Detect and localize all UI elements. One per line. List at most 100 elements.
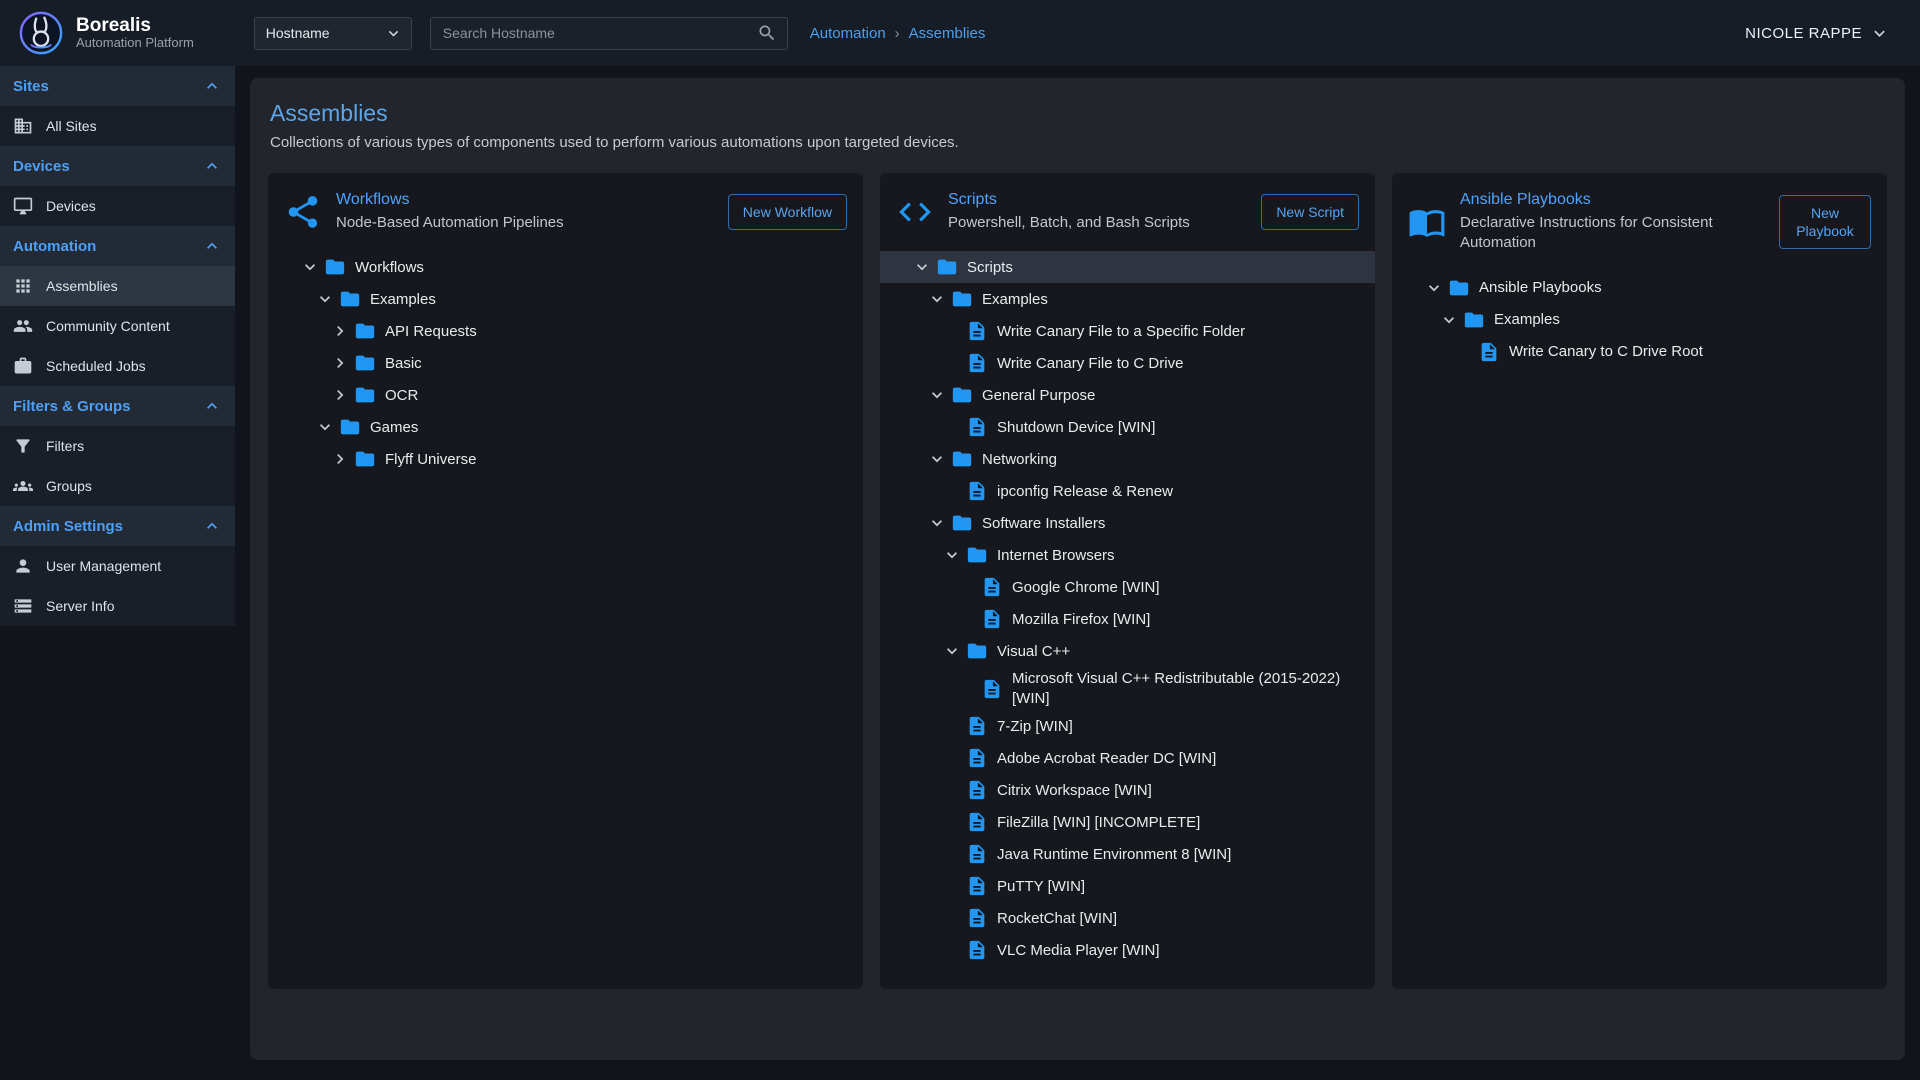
chevron-down-icon[interactable] [315,287,339,311]
sidebar-section-items: Devices [0,186,235,226]
sidebar-item-community-content[interactable]: Community Content [0,306,235,346]
tree-node-networking[interactable]: Networking [880,443,1375,475]
tree-node-write-canary-file-to-c-drive[interactable]: Write Canary File to C Drive [880,347,1375,379]
tree-node-internet-browsers[interactable]: Internet Browsers [880,539,1375,571]
tree-node-shutdown-device-win[interactable]: Shutdown Device [WIN] [880,411,1375,443]
chevron-down-icon[interactable] [927,511,951,535]
chevron-right-icon[interactable] [330,447,354,471]
tree-node-adobe-acrobat-reader-dc-win[interactable]: Adobe Acrobat Reader DC [WIN] [880,742,1375,774]
tree-node-general-purpose[interactable]: General Purpose [880,379,1375,411]
chevron-down-icon[interactable] [300,255,324,279]
tree-node-7-zip-win[interactable]: 7-Zip [WIN] [880,710,1375,742]
sidebar-item-filters[interactable]: Filters [0,426,235,466]
tree-node-label: Microsoft Visual C++ Redistributable (20… [1012,669,1359,708]
chevron-down-icon[interactable] [942,639,966,663]
sidebar-section-admin-settings[interactable]: Admin Settings [0,506,235,546]
breadcrumb-automation[interactable]: Automation [810,25,886,42]
tree-node-putty-win[interactable]: PuTTY [WIN] [880,870,1375,902]
tree-node-basic[interactable]: Basic [268,347,863,379]
tree-node-label: Internet Browsers [997,546,1115,566]
chevron-up-icon [202,76,222,96]
sidebar-item-server-info[interactable]: Server Info [0,586,235,626]
folder-icon [339,288,361,310]
tree-node-label: Scripts [967,258,1013,278]
tree-node-label: Shutdown Device [WIN] [997,418,1155,438]
tree-node-ocr[interactable]: OCR [268,379,863,411]
new-playbook-button[interactable]: New Playbook [1779,195,1871,249]
search-input[interactable] [441,24,757,42]
layout: SitesAll SitesDevicesDevicesAutomationAs… [0,66,1920,1080]
tree-node-flyff-universe[interactable]: Flyff Universe [268,443,863,475]
tree-node-games[interactable]: Games [268,411,863,443]
chevron-up-icon [202,516,222,536]
chevron-down-icon[interactable] [942,543,966,567]
tree-node-label: Basic [385,354,422,374]
tree-node-label: VLC Media Player [WIN] [997,941,1160,961]
tree-node-label: API Requests [385,322,477,342]
folder-icon [339,416,361,438]
tree-node-filezilla-win-incomplete[interactable]: FileZilla [WIN] [INCOMPLETE] [880,806,1375,838]
sidebar-item-devices[interactable]: Devices [0,186,235,226]
sidebar-section-devices[interactable]: Devices [0,146,235,186]
chevron-down-icon[interactable] [912,255,936,279]
tree-node-workflows[interactable]: Workflows [268,251,863,283]
tree-node-rocketchat-win[interactable]: RocketChat [WIN] [880,902,1375,934]
chevron-right-icon[interactable] [330,383,354,407]
new-script-button[interactable]: New Script [1261,194,1359,230]
sidebar-item-assemblies[interactable]: Assemblies [0,266,235,306]
sidebar-item-label: Community Content [46,318,170,334]
chevron-spacer [942,415,966,439]
sidebar-item-user-management[interactable]: User Management [0,546,235,586]
breadcrumb-separator: › [895,25,900,42]
chevron-spacer [942,778,966,802]
chevron-down-icon[interactable] [1439,308,1463,332]
sidebar-section-filters-groups[interactable]: Filters & Groups [0,386,235,426]
tree-node-examples[interactable]: Examples [1392,304,1887,336]
tree-node-api-requests[interactable]: API Requests [268,315,863,347]
tree-node-java-runtime-environment-8-win[interactable]: Java Runtime Environment 8 [WIN] [880,838,1375,870]
tree-node-write-canary-file-to-a-specific-folder[interactable]: Write Canary File to a Specific Folder [880,315,1375,347]
card-title-block: Ansible PlaybooksDeclarative Instruction… [1460,191,1753,254]
card-title: Ansible Playbooks [1460,191,1753,209]
sidebar-section-items: User ManagementServer Info [0,546,235,626]
hostname-select[interactable]: Hostname [254,17,412,50]
tree-node-ansible-playbooks[interactable]: Ansible Playbooks [1392,272,1887,304]
tree-node-software-installers[interactable]: Software Installers [880,507,1375,539]
sidebar-item-scheduled-jobs[interactable]: Scheduled Jobs [0,346,235,386]
chevron-right-icon[interactable] [330,319,354,343]
chevron-right-icon[interactable] [330,351,354,375]
folder-icon [966,544,988,566]
tree-node-google-chrome-win[interactable]: Google Chrome [WIN] [880,571,1375,603]
chevron-spacer [942,319,966,343]
tree-node-ipconfig-release-renew[interactable]: ipconfig Release & Renew [880,475,1375,507]
sidebar-section-sites[interactable]: Sites [0,66,235,106]
tree-node-write-canary-to-c-drive-root[interactable]: Write Canary to C Drive Root [1392,336,1887,368]
sidebar-item-all-sites[interactable]: All Sites [0,106,235,146]
user-menu[interactable]: NICOLE RAPPE [1745,23,1890,44]
file-icon [981,678,1003,700]
tree-node-microsoft-visual-c-redistributable-2015-2022-win[interactable]: Microsoft Visual C++ Redistributable (20… [880,667,1375,710]
tree-node-vlc-media-player-win[interactable]: VLC Media Player [WIN] [880,934,1375,966]
sidebar-section-automation[interactable]: Automation [0,226,235,266]
tree-node-mozilla-firefox-win[interactable]: Mozilla Firefox [WIN] [880,603,1375,635]
chevron-down-icon[interactable] [315,415,339,439]
tree-node-label: Google Chrome [WIN] [1012,578,1160,598]
chevron-down-icon[interactable] [927,287,951,311]
tree-node-visual-c[interactable]: Visual C++ [880,635,1375,667]
chevron-down-icon[interactable] [927,447,951,471]
tree-node-scripts[interactable]: Scripts [880,251,1375,283]
topbar: Borealis Automation Platform Hostname Au… [0,0,1920,66]
folder-icon [354,384,376,406]
tree-node-examples[interactable]: Examples [880,283,1375,315]
briefcase-icon [13,356,33,376]
breadcrumb-assemblies[interactable]: Assemblies [909,25,986,42]
scripts-tree: Scripts ExamplesWrite Canary File to a Sp… [880,251,1375,966]
sidebar-item-groups[interactable]: Groups [0,466,235,506]
new-workflow-button[interactable]: New Workflow [728,194,847,230]
cards-row: WorkflowsNode-Based Automation Pipelines… [268,173,1887,989]
chevron-down-icon[interactable] [927,383,951,407]
chevron-up-icon [202,236,222,256]
chevron-down-icon[interactable] [1424,276,1448,300]
tree-node-examples[interactable]: Examples [268,283,863,315]
tree-node-citrix-workspace-win[interactable]: Citrix Workspace [WIN] [880,774,1375,806]
